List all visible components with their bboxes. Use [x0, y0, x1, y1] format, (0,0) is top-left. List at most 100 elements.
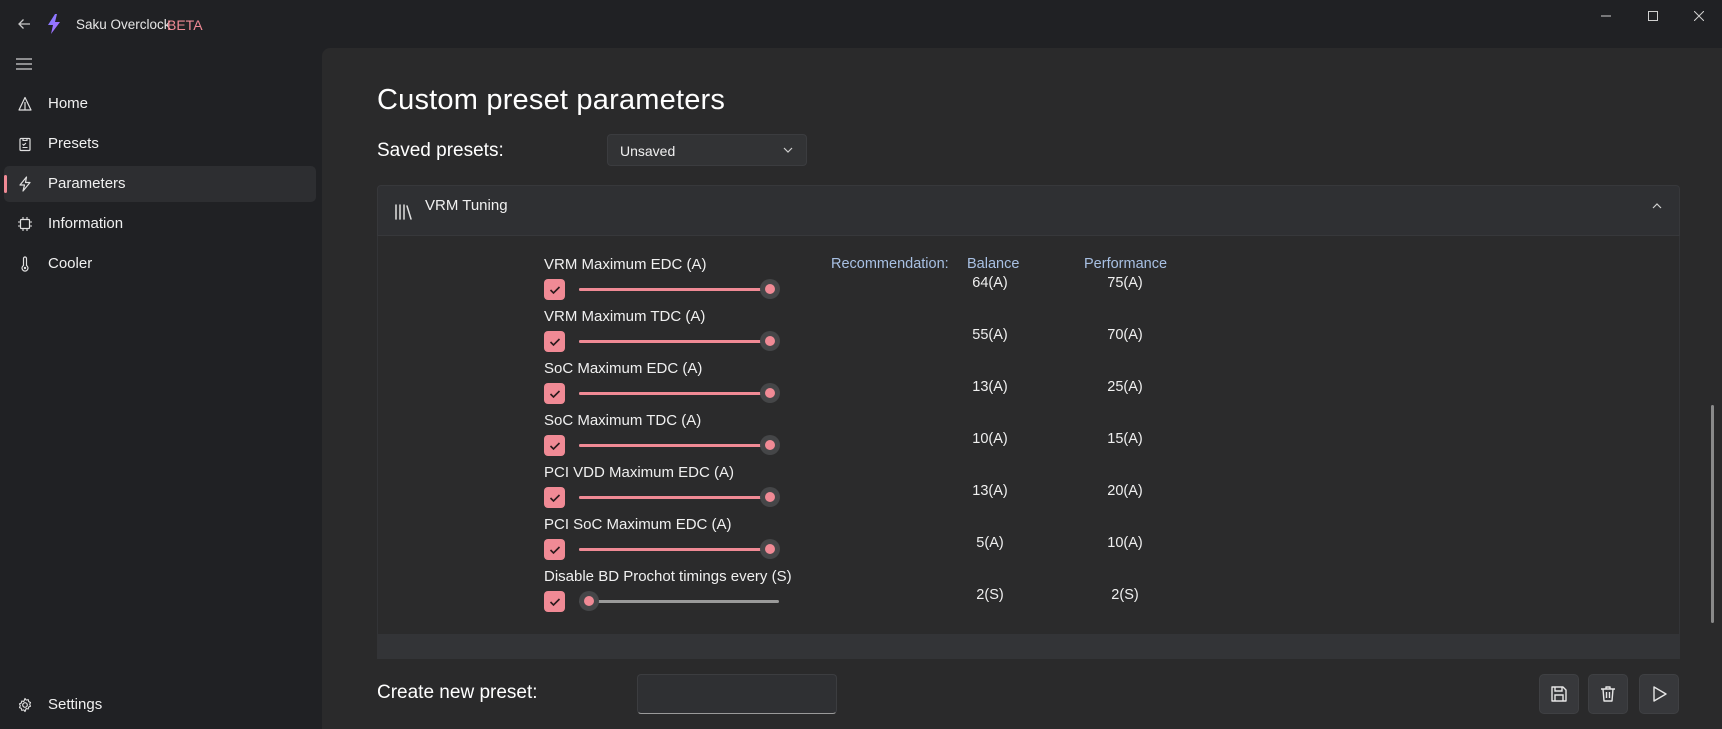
param-slider[interactable]	[579, 383, 780, 403]
performance-value: 15(A)	[1107, 431, 1143, 447]
recommendation-label: Recommendation:	[831, 256, 949, 272]
param-label: SoC Maximum EDC (A)	[544, 360, 703, 377]
delete-button[interactable]	[1588, 674, 1628, 714]
beta-badge: BETA	[167, 17, 203, 33]
param-slider[interactable]	[579, 539, 780, 559]
gear-icon	[16, 696, 34, 714]
chip-icon	[16, 215, 34, 233]
maximize-icon	[1648, 11, 1658, 21]
minimize-button[interactable]	[1583, 0, 1629, 32]
clipboard-icon	[16, 135, 34, 153]
saved-presets-label: Saved presets:	[377, 140, 504, 161]
saved-presets-dropdown[interactable]: Unsaved	[607, 134, 807, 166]
checkmark-icon	[549, 493, 560, 502]
balance-header: Balance	[967, 256, 1020, 272]
param-label: VRM Maximum TDC (A)	[544, 308, 706, 325]
saved-presets-value: Unsaved	[620, 143, 676, 159]
slider-fill	[579, 444, 769, 447]
scrollbar[interactable]	[1711, 405, 1714, 623]
param-slider[interactable]	[579, 331, 780, 351]
page-title: Custom preset parameters	[377, 84, 726, 116]
save-icon	[1551, 686, 1567, 702]
param-checkbox[interactable]	[544, 279, 565, 300]
performance-value: 10(A)	[1107, 535, 1143, 551]
expander-footer	[377, 635, 1680, 659]
sidebar-item-settings[interactable]: Settings	[4, 687, 316, 723]
sidebar-item-label: Parameters	[48, 175, 126, 192]
param-checkbox[interactable]	[544, 539, 565, 560]
param-slider[interactable]	[579, 279, 780, 299]
settings-label: Settings	[48, 696, 103, 713]
performance-value: 70(A)	[1107, 327, 1143, 343]
slider-thumb[interactable]	[760, 435, 780, 455]
param-checkbox[interactable]	[544, 435, 565, 456]
sidebar-item-cooler[interactable]: Cooler	[4, 246, 316, 282]
checkmark-icon	[549, 389, 560, 398]
param-slider[interactable]	[579, 591, 779, 611]
sidebar-item-parameters[interactable]: Parameters	[4, 166, 316, 202]
preset-name-input[interactable]	[637, 674, 837, 714]
save-button[interactable]	[1539, 674, 1579, 714]
slider-fill	[579, 548, 769, 551]
active-indicator	[4, 175, 7, 193]
close-button[interactable]	[1676, 0, 1722, 32]
performance-value: 75(A)	[1107, 275, 1143, 291]
home-icon	[16, 95, 34, 113]
sidebar-item-information[interactable]: Information	[4, 206, 316, 242]
sidebar-item-label: Information	[48, 215, 124, 232]
balance-value: 10(A)	[972, 431, 1008, 447]
slider-thumb[interactable]	[579, 591, 599, 611]
param-slider[interactable]	[579, 435, 780, 455]
sidebar-item-presets[interactable]: Presets	[4, 126, 316, 162]
chevron-down-icon	[783, 147, 793, 153]
sidebar-item-label: Presets	[48, 135, 99, 152]
param-checkbox[interactable]	[544, 487, 565, 508]
checkmark-icon	[549, 337, 560, 346]
param-checkbox[interactable]	[544, 383, 565, 404]
thermometer-icon	[16, 255, 34, 273]
param-slider[interactable]	[579, 487, 780, 507]
trash-icon	[1601, 686, 1615, 702]
checkmark-icon	[549, 545, 560, 554]
balance-value: 64(A)	[972, 275, 1008, 291]
balance-value: 55(A)	[972, 327, 1008, 343]
param-label: SoC Maximum TDC (A)	[544, 412, 702, 429]
param-checkbox[interactable]	[544, 591, 565, 612]
back-button[interactable]	[12, 12, 36, 36]
performance-header: Performance	[1084, 256, 1168, 272]
balance-value: 5(A)	[976, 535, 1004, 551]
create-preset-label: Create new preset:	[377, 682, 538, 703]
param-label: Disable BD Prochot timings every (S)	[544, 568, 792, 585]
slider-thumb[interactable]	[760, 539, 780, 559]
slider-thumb[interactable]	[760, 331, 780, 351]
slider-thumb[interactable]	[760, 487, 780, 507]
section-title: VRM Tuning	[425, 197, 508, 214]
vrm-tuning-header[interactable]: VRM Tuning	[377, 185, 1680, 236]
maximize-button[interactable]	[1630, 0, 1676, 32]
close-icon	[1694, 11, 1704, 21]
slider-fill	[579, 496, 769, 499]
library-icon	[395, 204, 412, 220]
slider-thumb[interactable]	[760, 279, 780, 299]
app-title: Saku Overclock	[76, 17, 171, 32]
hamburger-menu-button[interactable]	[12, 52, 36, 76]
checkmark-icon	[549, 597, 560, 606]
balance-value: 13(A)	[972, 483, 1008, 499]
lightning-icon	[16, 175, 34, 193]
back-arrow-icon	[18, 19, 30, 29]
sidebar-item-home[interactable]: Home	[4, 86, 316, 122]
param-checkbox[interactable]	[544, 331, 565, 352]
chevron-up-icon	[1652, 203, 1662, 209]
param-label: PCI SoC Maximum EDC (A)	[544, 516, 732, 533]
apply-button[interactable]	[1639, 674, 1679, 714]
sidebar-item-label: Home	[48, 95, 89, 112]
sidebar-item-label: Cooler	[48, 255, 93, 272]
slider-thumb[interactable]	[760, 383, 780, 403]
checkmark-icon	[549, 285, 560, 294]
performance-value: 2(S)	[1111, 587, 1139, 603]
minimize-icon	[1601, 15, 1611, 17]
performance-value: 25(A)	[1107, 379, 1143, 395]
title-bar: Saku Overclock BETA	[0, 0, 1722, 48]
param-label: PCI VDD Maximum EDC (A)	[544, 464, 735, 481]
checkmark-icon	[549, 441, 560, 450]
